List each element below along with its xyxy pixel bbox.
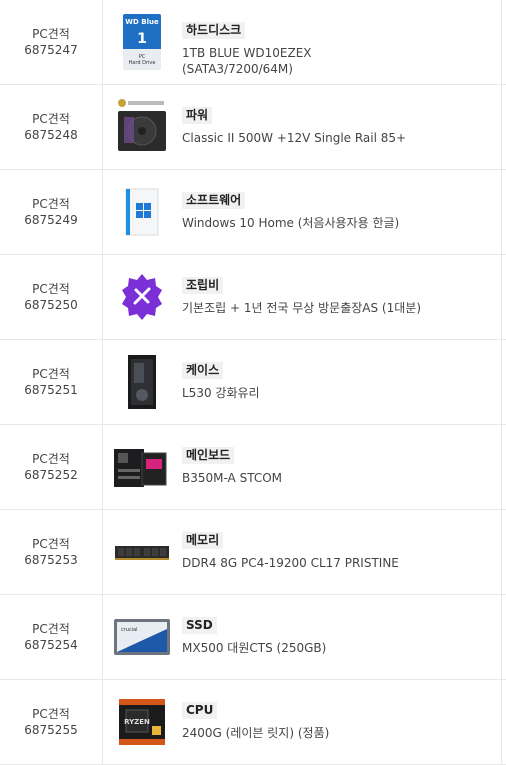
- category-badge: CPU: [182, 702, 218, 719]
- windows-box-icon[interactable]: [112, 182, 172, 242]
- estimate-id-number: 6875248: [24, 128, 78, 142]
- memory-stick-icon[interactable]: [112, 522, 172, 582]
- list-item: PC견적 6875249 소프트웨어 Windows 10 Home (처음사용…: [0, 170, 506, 255]
- estimate-id-number: 6875249: [24, 213, 78, 227]
- estimate-id-label: PC견적: [32, 112, 70, 126]
- estimate-id-label: PC견적: [32, 282, 70, 296]
- category-badge: 조립비: [182, 277, 224, 294]
- estimate-id-label: PC견적: [32, 537, 70, 551]
- category-badge: SSD: [182, 617, 217, 634]
- column-divider: [501, 255, 502, 339]
- column-divider: [501, 510, 502, 594]
- item-description[interactable]: Windows 10 Home (처음사용자용 한글): [182, 215, 422, 231]
- list-item: PC견적 6875251 케이스 L530 강화유리: [0, 340, 506, 425]
- ssd-icon[interactable]: crucial: [112, 607, 172, 667]
- hard-drive-icon[interactable]: WD Blue 1 PC Hard Drive: [112, 12, 172, 72]
- category-badge: 메인보드: [182, 447, 235, 464]
- svg-text:crucial: crucial: [121, 627, 138, 633]
- estimate-id-number: 6875247: [24, 43, 78, 57]
- item-description[interactable]: 1TB BLUE WD10EZEX (SATA3/7200/64M): [182, 45, 422, 77]
- category-badge: 소프트웨어: [182, 192, 246, 209]
- power-supply-icon[interactable]: [112, 97, 172, 157]
- list-item: PC견적 6875247 WD Blue 1 PC Hard Drive 하드디…: [0, 0, 506, 85]
- svg-text:1: 1: [137, 31, 147, 47]
- estimate-id: PC견적 6875247: [0, 0, 103, 84]
- estimate-id: PC견적 6875252: [0, 425, 103, 509]
- motherboard-icon[interactable]: [112, 437, 172, 497]
- svg-text:RYZEN: RYZEN: [124, 718, 150, 726]
- category-badge: 메모리: [182, 532, 224, 549]
- estimate-item-list: PC견적 6875247 WD Blue 1 PC Hard Drive 하드디…: [0, 0, 506, 765]
- estimate-id: PC견적 6875255: [0, 680, 103, 764]
- assembly-service-icon[interactable]: [112, 267, 172, 327]
- list-item: PC견적 6875253 메모리 DDR4 8G PC4-19200 CL17 …: [0, 510, 506, 595]
- item-description[interactable]: L530 강화유리: [182, 385, 422, 401]
- column-divider: [501, 0, 502, 84]
- cpu-box-icon[interactable]: RYZEN: [112, 692, 172, 752]
- category-badge: 파워: [182, 107, 213, 124]
- item-description[interactable]: DDR4 8G PC4-19200 CL17 PRISTINE: [182, 555, 422, 571]
- item-description[interactable]: Classic II 500W +12V Single Rail 85+: [182, 130, 422, 146]
- item-description[interactable]: B350M-A STCOM: [182, 470, 422, 486]
- estimate-id-label: PC견적: [32, 707, 70, 721]
- estimate-id-number: 6875251: [24, 383, 78, 397]
- estimate-id-number: 6875254: [24, 638, 78, 652]
- svg-text:Hard Drive: Hard Drive: [129, 60, 156, 66]
- estimate-id-label: PC견적: [32, 367, 70, 381]
- list-item: PC견적 6875250 조립비 기본조립 + 1년 전국 무상 방문출장AS …: [0, 255, 506, 340]
- column-divider: [501, 170, 502, 254]
- estimate-id-label: PC견적: [32, 622, 70, 636]
- estimate-id-label: PC견적: [32, 197, 70, 211]
- category-badge: 하드디스크: [182, 22, 246, 39]
- item-description[interactable]: 기본조립 + 1년 전국 무상 방문출장AS (1대분): [182, 300, 422, 316]
- estimate-id-number: 6875255: [24, 723, 78, 737]
- column-divider: [501, 85, 502, 169]
- item-description[interactable]: MX500 대원CTS (250GB): [182, 640, 422, 656]
- estimate-id-number: 6875253: [24, 553, 78, 567]
- estimate-id-label: PC견적: [32, 452, 70, 466]
- estimate-id-number: 6875250: [24, 298, 78, 312]
- estimate-id: PC견적 6875249: [0, 170, 103, 254]
- column-divider: [501, 680, 502, 764]
- list-item: PC견적 6875255 RYZEN CPU 2400G (레이븐 릿지) (정…: [0, 680, 506, 765]
- list-item: PC견적 6875254 crucial SSD MX500 대원CTS (25…: [0, 595, 506, 680]
- estimate-id: PC견적 6875254: [0, 595, 103, 679]
- column-divider: [501, 425, 502, 509]
- column-divider: [501, 595, 502, 679]
- column-divider: [501, 340, 502, 424]
- list-item: PC견적 6875248 파워 Classic II 500W +12V Sin…: [0, 85, 506, 170]
- list-item: PC견적 6875252 메인보드 B350M-A STCOM: [0, 425, 506, 510]
- estimate-id: PC견적 6875251: [0, 340, 103, 424]
- estimate-id: PC견적 6875248: [0, 85, 103, 169]
- svg-text:WD Blue: WD Blue: [125, 18, 159, 26]
- pc-case-icon[interactable]: [112, 352, 172, 412]
- estimate-id: PC견적 6875253: [0, 510, 103, 594]
- estimate-id-number: 6875252: [24, 468, 78, 482]
- item-description[interactable]: 2400G (레이븐 릿지) (정품): [182, 725, 422, 741]
- estimate-id: PC견적 6875250: [0, 255, 103, 339]
- estimate-id-label: PC견적: [32, 27, 70, 41]
- category-badge: 케이스: [182, 362, 224, 379]
